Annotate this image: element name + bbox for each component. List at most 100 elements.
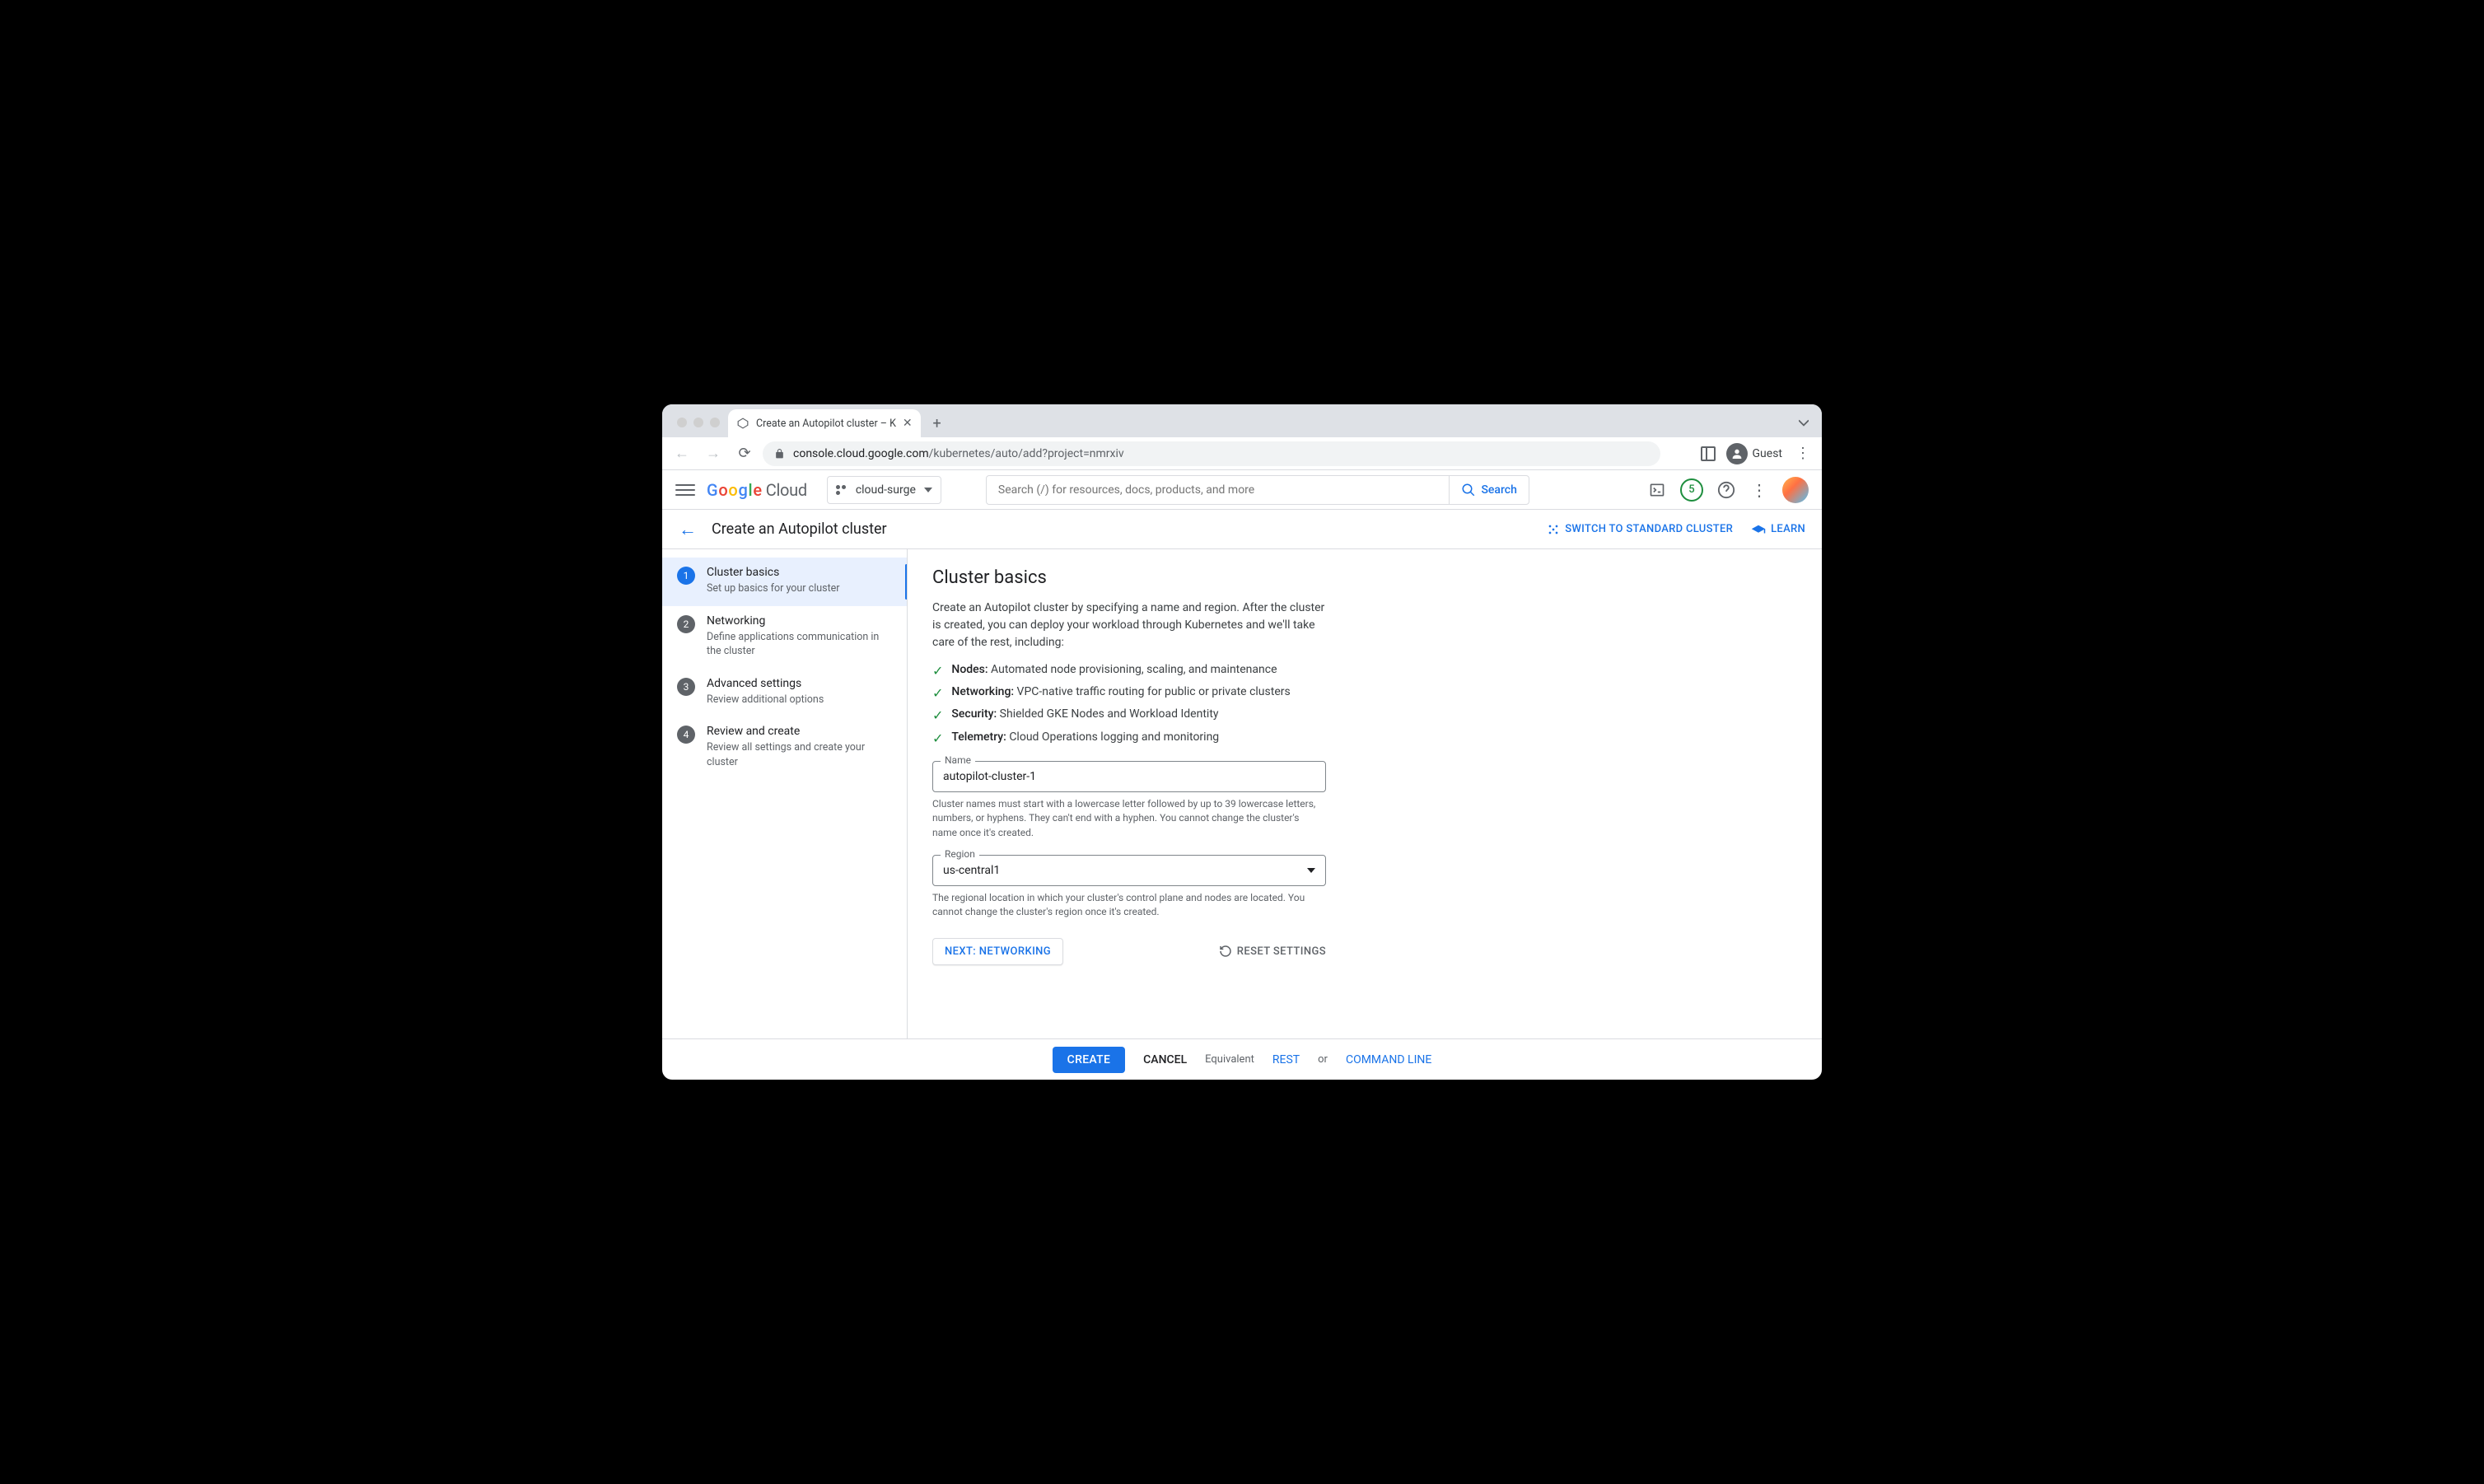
swap-icon (1547, 523, 1560, 536)
gcp-top-bar: Google Cloud cloud-surge Search 5 ⋮ (662, 470, 1822, 510)
step-title: Advanced settings (707, 677, 824, 690)
nav-forward-icon[interactable]: → (700, 441, 726, 467)
project-icon (836, 485, 847, 495)
nav-reload-icon[interactable]: ⟳ (731, 441, 758, 467)
learn-icon (1751, 524, 1766, 535)
search-box[interactable]: Search (986, 475, 1529, 505)
person-icon (1726, 443, 1748, 464)
equivalent-label: Equivalent (1205, 1053, 1254, 1066)
caret-down-icon (924, 488, 932, 492)
traffic-light-max[interactable] (710, 418, 720, 427)
traffic-light-close[interactable] (677, 418, 687, 427)
next-networking-button[interactable]: NEXT: NETWORKING (932, 938, 1063, 965)
browser-window: Create an Autopilot cluster – K ✕ + ← → … (662, 404, 1822, 1080)
rest-link[interactable]: REST (1272, 1053, 1300, 1066)
learn-link[interactable]: LEARN (1751, 523, 1805, 536)
step-number: 2 (677, 615, 695, 633)
nav-menu-icon[interactable] (675, 484, 695, 496)
check-icon: ✓ (932, 730, 943, 746)
panel-toggle-icon[interactable] (1698, 444, 1718, 464)
main-content: Cluster basics Create an Autopilot clust… (908, 549, 1822, 1038)
project-name: cloud-surge (856, 483, 916, 497)
section-heading: Cluster basics (932, 567, 1797, 588)
region-select[interactable]: us-central1 (932, 855, 1326, 886)
name-label: Name (941, 754, 975, 766)
step-number: 3 (677, 678, 695, 696)
page-sub-header: ← Create an Autopilot cluster SWITCH TO … (662, 510, 1822, 549)
step-title: Cluster basics (707, 566, 840, 579)
step-title: Networking (707, 614, 892, 628)
switch-cluster-link[interactable]: SWITCH TO STANDARD CLUSTER (1547, 523, 1733, 536)
check-icon: ✓ (932, 685, 943, 701)
browser-tab[interactable]: Create an Autopilot cluster – K ✕ (728, 409, 921, 437)
step-networking[interactable]: 2 Networking Define applications communi… (662, 606, 907, 669)
page-body: 1 Cluster basics Set up basics for your … (662, 549, 1822, 1038)
command-line-link[interactable]: COMMAND LINE (1346, 1053, 1431, 1066)
cloud-shell-icon[interactable] (1647, 480, 1667, 500)
step-advanced[interactable]: 3 Advanced settings Review additional op… (662, 669, 907, 717)
browser-menu-icon[interactable]: ⋮ (1791, 445, 1815, 462)
url-path: /kubernetes/auto/add?project=nmrxiv (929, 447, 1124, 460)
tabs-dropdown-icon[interactable] (1792, 412, 1815, 435)
intro-text: Create an Autopilot cluster by specifyin… (932, 600, 1328, 651)
address-bar[interactable]: console.cloud.google.com/kubernetes/auto… (763, 441, 1660, 466)
feature-security: ✓ Security: Shielded GKE Nodes and Workl… (932, 707, 1797, 723)
feature-nodes: ✓ Nodes: Automated node provisioning, sc… (932, 663, 1797, 679)
check-icon: ✓ (932, 707, 943, 723)
traffic-light-min[interactable] (693, 418, 703, 427)
region-label: Region (941, 848, 979, 860)
search-button[interactable]: Search (1449, 476, 1528, 504)
caret-down-icon (1307, 868, 1315, 873)
region-helper-text: The regional location in which your clus… (932, 891, 1326, 920)
tab-title: Create an Autopilot cluster – K (756, 418, 896, 430)
help-icon[interactable] (1716, 480, 1736, 500)
search-button-label: Search (1481, 483, 1516, 497)
notifications-badge[interactable]: 5 (1680, 478, 1703, 502)
step-review[interactable]: 4 Review and create Review all settings … (662, 716, 907, 779)
url: console.cloud.google.com/kubernetes/auto… (793, 447, 1124, 460)
window-controls[interactable] (672, 418, 728, 437)
lock-icon (774, 448, 785, 460)
region-value: us-central1 (943, 864, 1000, 877)
tab-close-icon[interactable]: ✕ (903, 417, 913, 430)
utilities-menu-icon[interactable]: ⋮ (1749, 480, 1769, 500)
feature-networking: ✓ Networking: VPC-native traffic routing… (932, 685, 1797, 701)
feature-telemetry: ✓ Telemetry: Cloud Operations logging an… (932, 730, 1797, 746)
step-desc: Set up basics for your cluster (707, 581, 840, 596)
step-desc: Define applications communication in the… (707, 630, 892, 659)
step-title: Review and create (707, 725, 892, 738)
name-helper-text: Cluster names must start with a lowercas… (932, 797, 1326, 840)
logo-cloud-text: Cloud (766, 480, 807, 500)
step-number: 4 (677, 726, 695, 744)
nav-back-icon[interactable]: ← (669, 441, 695, 467)
tab-favicon (736, 417, 749, 430)
or-label: or (1318, 1053, 1328, 1066)
back-arrow-icon[interactable]: ← (679, 519, 697, 540)
search-icon (1461, 483, 1476, 497)
browser-tab-strip: Create an Autopilot cluster – K ✕ + (662, 404, 1822, 437)
project-picker[interactable]: cloud-surge (827, 476, 941, 504)
google-cloud-logo[interactable]: Google Cloud (707, 480, 807, 500)
check-icon: ✓ (932, 663, 943, 679)
step-number: 1 (677, 567, 695, 585)
account-avatar[interactable] (1782, 477, 1809, 503)
step-desc: Review additional options (707, 693, 824, 707)
create-button[interactable]: CREATE (1053, 1047, 1126, 1073)
profile-chip[interactable]: Guest (1726, 443, 1782, 464)
reset-settings-button[interactable]: RESET SETTINGS (1219, 945, 1326, 958)
browser-toolbar: ← → ⟳ console.cloud.google.com/kubernete… (662, 437, 1822, 470)
step-cluster-basics[interactable]: 1 Cluster basics Set up basics for your … (662, 558, 907, 606)
step-desc: Review all settings and create your clus… (707, 740, 892, 769)
name-field: Name (932, 761, 1326, 792)
region-field: Region us-central1 (932, 855, 1326, 886)
wizard-sidebar: 1 Cluster basics Set up basics for your … (662, 549, 908, 1038)
new-tab-button[interactable]: + (926, 412, 949, 435)
cluster-name-input[interactable] (932, 761, 1326, 792)
profile-label: Guest (1753, 447, 1782, 460)
search-input[interactable] (987, 483, 1450, 497)
url-host: console.cloud.google.com (793, 447, 929, 460)
cancel-button[interactable]: CANCEL (1143, 1053, 1187, 1066)
refresh-icon (1219, 945, 1232, 958)
page-title: Create an Autopilot cluster (712, 520, 887, 538)
page-footer: CREATE CANCEL Equivalent REST or COMMAND… (662, 1038, 1822, 1080)
